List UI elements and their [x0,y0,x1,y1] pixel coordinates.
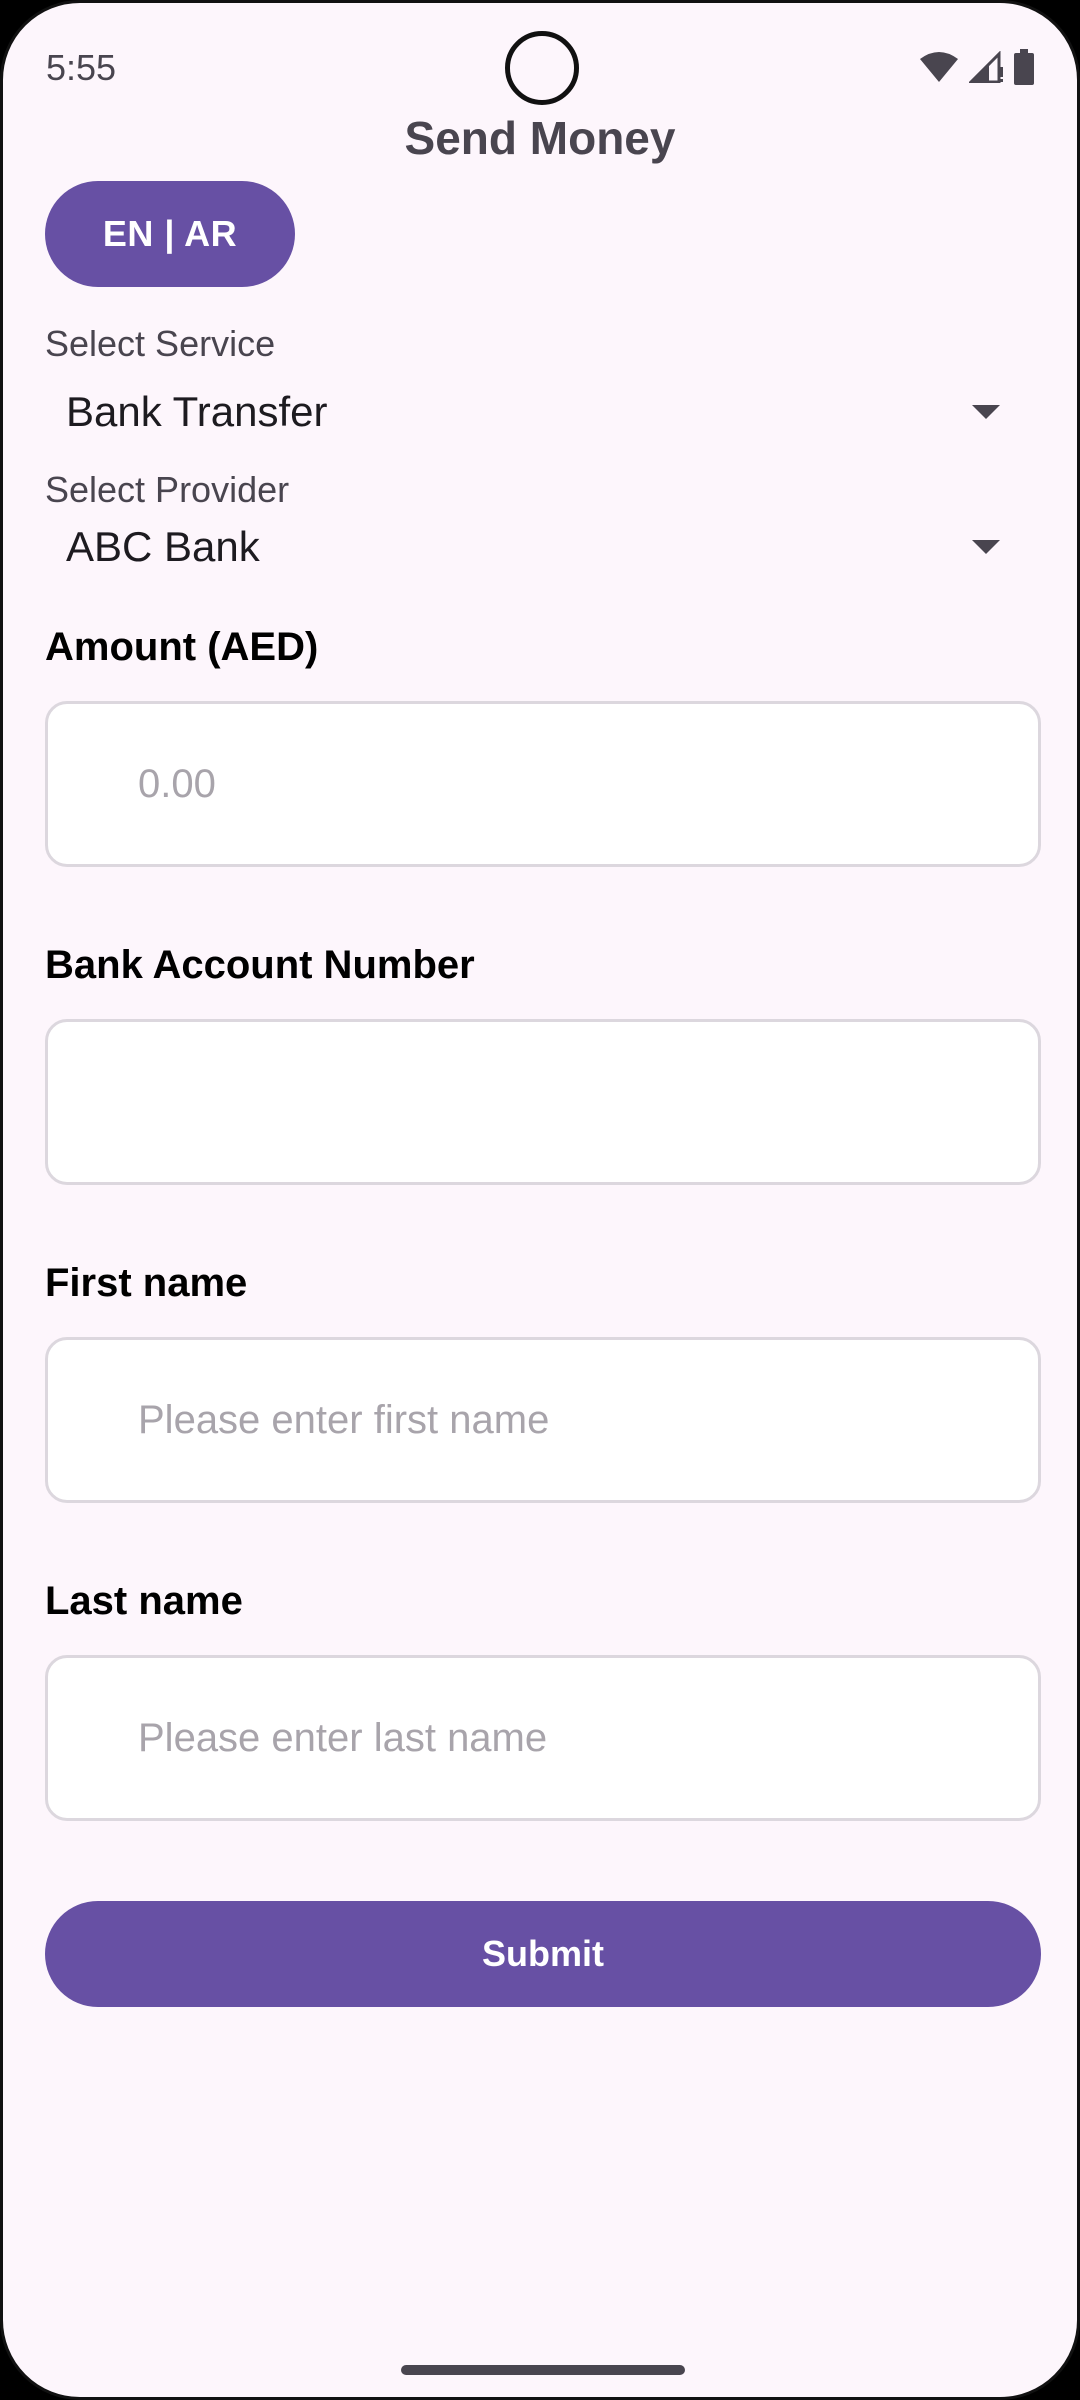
phone-screen: 5:55 Send Money EN | AR Select Service B… [0,0,1080,2400]
account-number-field[interactable] [45,1019,1041,1185]
language-toggle-button[interactable]: EN | AR [45,181,295,287]
battery-icon [1013,49,1035,85]
submit-button[interactable]: Submit [45,1901,1041,2007]
first-name-field[interactable] [45,1337,1041,1503]
service-label: Select Service [45,323,276,364]
dropdown-arrow-icon [972,405,1000,419]
account-number-label: Bank Account Number [45,943,475,987]
page-title: Send Money [404,112,676,164]
amount-field[interactable] [45,701,1041,867]
dropdown-arrow-icon [972,540,1000,554]
provider-selected-value: ABC Bank [66,523,260,570]
provider-label: Select Provider [45,469,290,510]
home-indicator[interactable] [401,2365,685,2375]
service-selected-value: Bank Transfer [66,388,328,435]
service-dropdown[interactable]: Bank Transfer [45,377,1015,447]
first-name-input[interactable] [136,1396,1038,1444]
provider-dropdown[interactable]: ABC Bank [45,512,1015,582]
front-camera [505,31,579,105]
last-name-field[interactable] [45,1655,1041,1821]
account-number-input[interactable] [136,1078,1038,1126]
last-name-input[interactable] [136,1714,1038,1762]
first-name-label: First name [45,1261,248,1305]
amount-input[interactable] [136,760,1038,808]
last-name-label: Last name [45,1579,243,1623]
amount-label: Amount (AED) [45,625,319,669]
signal-icon [969,51,1003,83]
status-time: 5:55 [46,47,117,88]
status-icons [919,49,1035,85]
wifi-icon [919,51,959,83]
